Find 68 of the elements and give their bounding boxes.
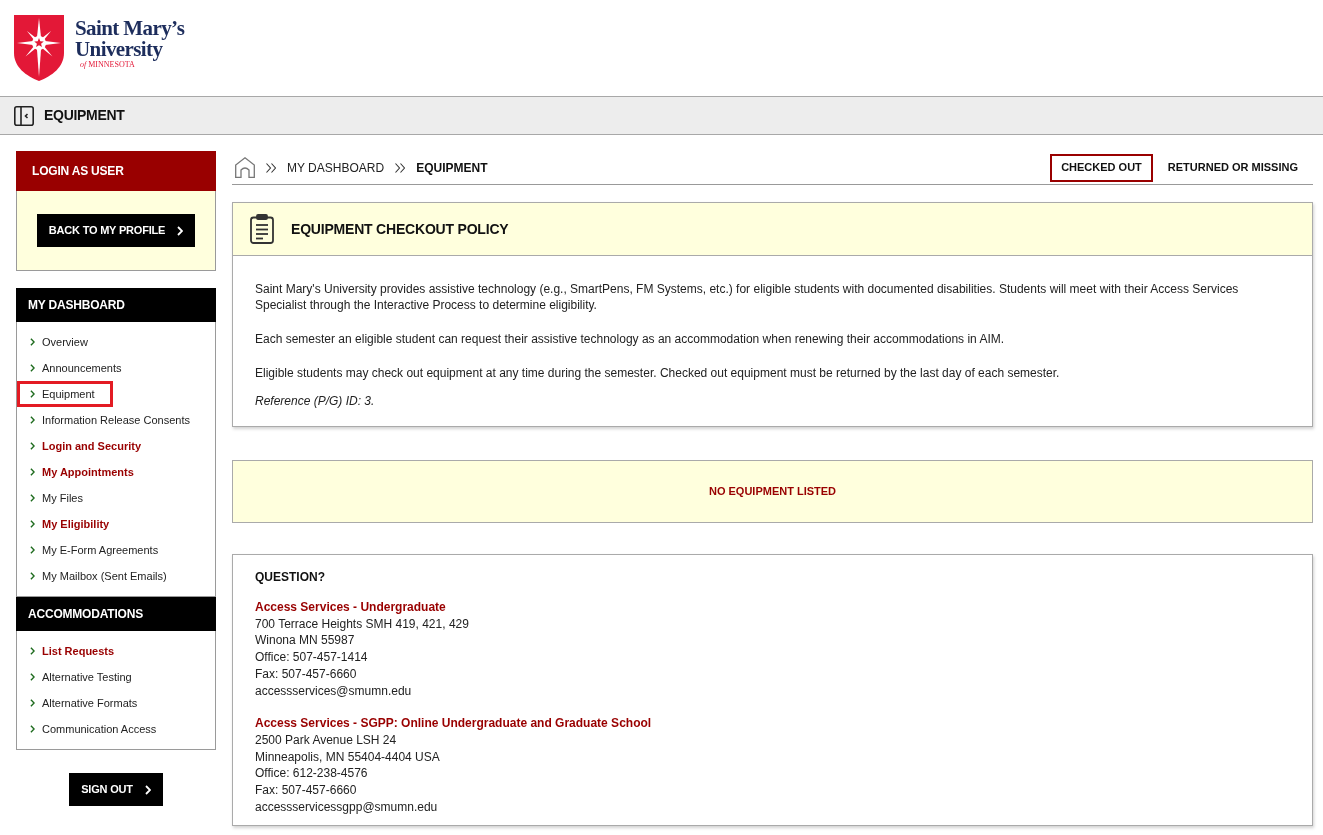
sidebar-link[interactable]: Communication Access xyxy=(17,716,175,742)
chevron-right-icon xyxy=(30,647,35,655)
page-title: EQUIPMENT xyxy=(44,106,125,125)
double-chevron-icon xyxy=(395,162,406,173)
contact-line: Fax: 507-457-6660 xyxy=(255,782,357,799)
breadcrumb-link[interactable]: MY DASHBOARD xyxy=(287,158,385,177)
card-title: QUESTION? xyxy=(255,569,326,585)
chevron-right-icon xyxy=(30,673,35,681)
contact-line: accessservicessgpp@smumn.edu xyxy=(255,798,438,816)
logo-tagline: of MINNESOTA xyxy=(80,60,135,70)
tab[interactable]: RETURNED OR MISSING xyxy=(1156,153,1309,182)
home-icon[interactable] xyxy=(235,157,255,178)
contact-name: Access Services - Undergraduate xyxy=(255,599,446,616)
sidebar-link[interactable]: Announcements xyxy=(17,355,140,381)
reference-note: Reference (P/G) ID: 3. xyxy=(255,393,376,409)
sidebar-link[interactable]: My E-Form Agreements xyxy=(17,537,177,563)
contact-line: Winona MN 55987 xyxy=(255,632,355,650)
back-to-profile-button[interactable]: BACK TO MY PROFILE xyxy=(36,214,196,247)
section-header: ACCOMMODATIONS xyxy=(16,597,216,631)
logo-name-line: Saint Mary’s xyxy=(75,18,185,39)
sidebar-link[interactable]: Information Release Consents xyxy=(17,407,208,433)
logo-name-line: University xyxy=(75,39,163,60)
sidebar-link[interactable]: Login and Security xyxy=(17,433,159,459)
sidebar-link[interactable]: My Appointments xyxy=(17,459,152,485)
policy-paragraph: Eligible students may check out equipment at any time during the semester. Checked out equipment must be returned by the last day of each semester. xyxy=(255,365,1061,381)
card-title: EQUIPMENT CHECKOUT POLICY xyxy=(291,219,509,239)
sidebar-link[interactable]: Alternative Testing xyxy=(17,664,150,690)
contact-name: Access Services - SGPP: Online Undergraduate and Graduate School xyxy=(255,715,652,732)
tab[interactable]: CHECKED OUT xyxy=(1050,153,1153,182)
sign-out-button[interactable]: SIGN OUT xyxy=(69,773,163,806)
chevron-right-icon xyxy=(30,699,35,707)
policy-paragraph: Each semester an eligible student can request their assistive technology as an accommodation when renewing their accommodations in AIM. xyxy=(255,331,1006,347)
empty-notice: NO EQUIPMENT LISTED xyxy=(708,484,837,500)
chevron-right-icon xyxy=(30,338,35,346)
sidebar-link[interactable]: Overview xyxy=(17,329,106,355)
contact-line: 2500 Park Avenue LSH 24 xyxy=(255,731,397,749)
sidebar-link[interactable]: Equipment xyxy=(17,381,113,407)
chevron-right-icon xyxy=(30,572,35,580)
shield-star-logo xyxy=(14,15,64,81)
sidebar-link[interactable]: My Files xyxy=(17,485,101,511)
breadcrumb-current: EQUIPMENT xyxy=(416,159,488,177)
section-header: MY DASHBOARD xyxy=(16,288,216,322)
chevron-right-icon xyxy=(144,784,151,795)
chevron-right-icon xyxy=(30,364,35,372)
panel-header: LOGIN AS USER xyxy=(16,151,216,191)
chevron-right-icon xyxy=(30,416,35,424)
sidebar-link[interactable]: Alternative Formats xyxy=(17,690,156,716)
contact-line: Minneapolis, MN 55404-4404 USA xyxy=(255,748,440,766)
contact-line: 700 Terrace Heights SMH 419, 421, 429 xyxy=(255,615,469,633)
contact-line: Fax: 507-457-6660 xyxy=(255,665,357,683)
chevron-right-icon xyxy=(30,546,35,554)
chevron-right-icon xyxy=(30,494,35,502)
clipboard-icon xyxy=(250,214,274,244)
chevron-right-icon xyxy=(30,442,35,450)
chevron-right-icon xyxy=(30,390,35,398)
contact-line: Office: 612-238-4576 xyxy=(255,765,368,783)
sidebar-link[interactable]: My Eligibility xyxy=(17,511,128,537)
contact-line: Office: 507-457-1414 xyxy=(255,649,368,666)
policy-paragraph: Saint Mary's University provides assistive technology (e.g., SmartPens, FM Systems, etc.) for eligible students with documented disabilities. Students will meet with their Access Services Specialist through the Interactive Process to determine eligibility. xyxy=(255,281,1240,313)
chevron-right-icon xyxy=(30,725,35,733)
chevron-right-icon xyxy=(30,520,35,528)
sidebar-toggle-icon[interactable] xyxy=(14,105,34,126)
chevron-right-icon xyxy=(177,225,184,236)
sidebar-link[interactable]: List Requests xyxy=(17,638,133,664)
contact-line: accessservices@smumn.edu xyxy=(255,682,412,700)
chevron-right-icon xyxy=(30,468,35,476)
double-chevron-icon xyxy=(266,162,276,173)
sidebar-link[interactable]: My Mailbox (Sent Emails) xyxy=(17,563,185,589)
